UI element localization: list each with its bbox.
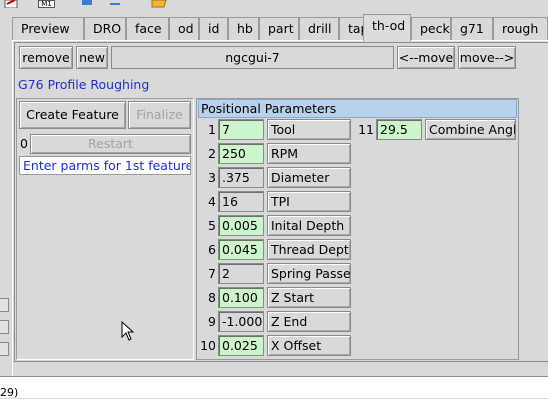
new-button[interactable]: new xyxy=(76,46,108,69)
page-name-label: ngcgui-7 xyxy=(111,46,394,69)
param-number: 1 xyxy=(208,122,216,137)
tab-peck[interactable]: peck xyxy=(411,17,451,40)
param-number: 9 xyxy=(208,314,216,329)
restart-button[interactable]: Restart xyxy=(30,134,191,154)
param-label: Z Start xyxy=(267,287,351,308)
tab-part[interactable]: part xyxy=(259,17,299,40)
tab-rough[interactable]: rough xyxy=(493,17,548,40)
tab-id[interactable]: id xyxy=(199,17,228,40)
subroutine-title: G76 Profile Roughing xyxy=(18,77,150,92)
param-label: TPI xyxy=(267,191,351,212)
param-number: 4 xyxy=(208,194,216,209)
param-label: Spring Passes xyxy=(267,263,351,284)
remove-button[interactable]: remove xyxy=(19,46,73,69)
param-value-field[interactable]: 16 xyxy=(218,191,264,212)
tab-preview[interactable]: Preview xyxy=(12,17,84,40)
finalize-button[interactable]: Finalize xyxy=(128,101,191,129)
param-value-field[interactable]: 0.025 xyxy=(218,335,264,356)
tab-g71[interactable]: g71 xyxy=(451,17,493,40)
param-value-field[interactable]: 0.045 xyxy=(218,239,264,260)
side-handle[interactable] xyxy=(0,298,9,312)
tab-dro[interactable]: DRO xyxy=(84,17,126,40)
tab-drill[interactable]: drill xyxy=(299,17,339,40)
param-label: Z End xyxy=(267,311,351,332)
feature-counter: 0 xyxy=(20,136,28,151)
param-number: 11 xyxy=(358,122,374,137)
param-value-field[interactable]: -1.000 xyxy=(218,311,264,332)
param-value-field[interactable]: .375 xyxy=(218,167,264,188)
notebook-tabs: Preview DRO face od id hb part drill tap… xyxy=(12,14,548,41)
param-number: 2 xyxy=(208,146,216,161)
param-label: Inital Depth xyxy=(267,215,351,236)
param-label: RPM xyxy=(267,143,351,164)
param-label: Thread Depth xyxy=(267,239,351,260)
mouse-pointer-icon xyxy=(121,321,135,341)
status-message: Enter parms for 1st feature xyxy=(19,156,191,175)
param-value-field[interactable]: 0.005 xyxy=(218,215,264,236)
output-area xyxy=(0,377,548,398)
param-label: Combine Angle xyxy=(425,119,516,140)
create-feature-button[interactable]: Create Feature xyxy=(19,101,126,129)
dash-icon[interactable] xyxy=(108,0,122,8)
side-handle[interactable] xyxy=(0,342,9,356)
tab-face[interactable]: face xyxy=(126,17,169,40)
output-text: 29) xyxy=(0,386,19,399)
move-right-button[interactable]: move--> xyxy=(458,46,516,69)
tab-od[interactable]: od xyxy=(169,17,199,40)
param-number: 10 xyxy=(200,338,216,353)
move-left-button[interactable]: <--move xyxy=(397,46,455,69)
param-value-field[interactable]: 7 xyxy=(218,119,264,140)
mdi-icon[interactable]: M1 xyxy=(38,0,55,8)
pin-icon[interactable] xyxy=(80,0,94,8)
param-number: 8 xyxy=(208,290,216,305)
positional-parameters-header: Positional Parameters xyxy=(198,99,517,118)
param-label: X Offset xyxy=(267,335,351,356)
toolbar: M1 xyxy=(0,0,548,14)
param-number: 7 xyxy=(208,266,216,281)
param-label: Diameter xyxy=(267,167,351,188)
param-number: 6 xyxy=(208,242,216,257)
document-icon[interactable] xyxy=(4,0,20,8)
side-handle[interactable] xyxy=(0,320,9,334)
tab-th-od[interactable]: th-od xyxy=(363,14,411,41)
folder-icon[interactable] xyxy=(150,0,168,8)
param-value-field[interactable]: 29.5 xyxy=(376,119,422,140)
param-value-field[interactable]: 250 xyxy=(218,143,264,164)
param-number: 3 xyxy=(208,170,216,185)
param-value-field[interactable]: 2 xyxy=(218,263,264,284)
tab-hb[interactable]: hb xyxy=(228,17,259,40)
param-label: Tool xyxy=(267,119,351,140)
param-number: 5 xyxy=(208,218,216,233)
param-value-field[interactable]: 0.100 xyxy=(218,287,264,308)
